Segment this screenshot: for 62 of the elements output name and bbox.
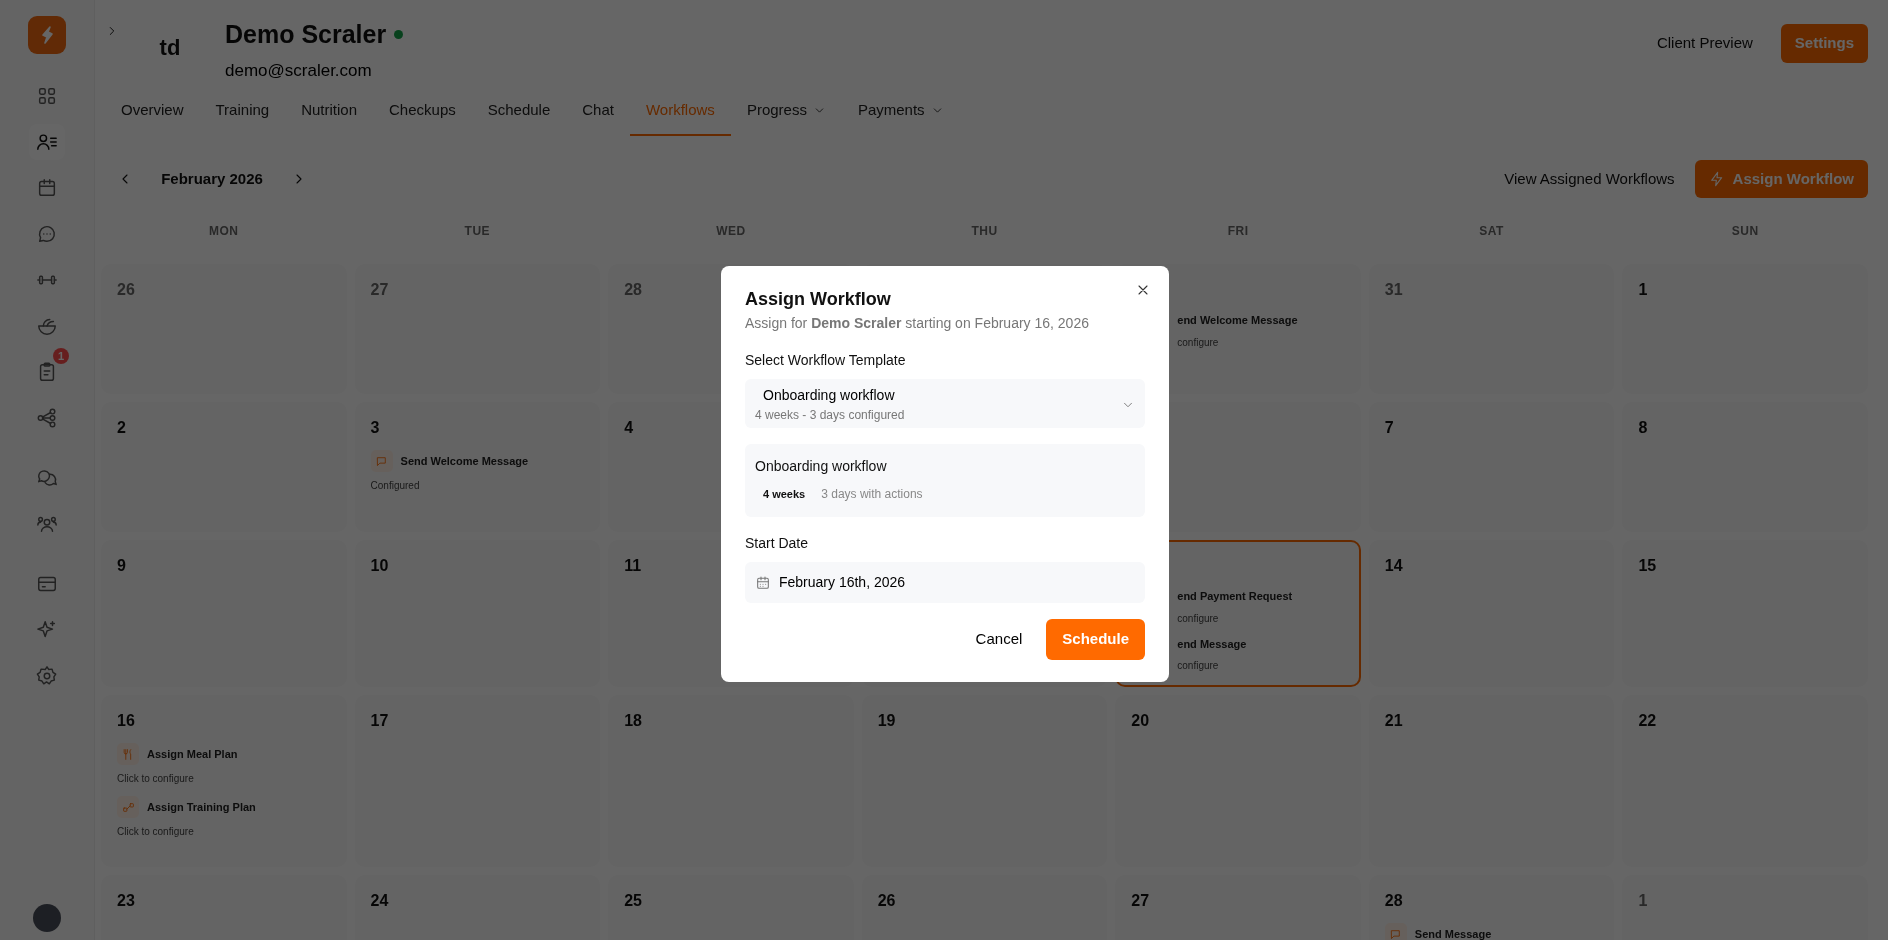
day-number: 7: [1384, 418, 1394, 438]
summary-detail: 3 days with actions: [821, 486, 923, 503]
month-label: February 2026: [160, 168, 264, 189]
day-number: 20: [1131, 711, 1150, 731]
day-number: 1: [1638, 891, 1648, 911]
action-title: Assign Meal Plan: [147, 746, 238, 762]
day-number: 11: [624, 556, 642, 576]
action-status: configure: [1177, 611, 1220, 626]
summary-name: Onboarding workflow: [755, 457, 888, 476]
action-title: Send Welcome Message: [400, 453, 529, 469]
duration-tag: 4 weeks: [755, 485, 814, 503]
client-name: Demo Scraler: [225, 19, 387, 50]
day-number: 24: [370, 891, 389, 911]
field-label: Start Date: [745, 534, 810, 553]
select-value: Onboarding workflow: [762, 386, 896, 405]
day-number: 3: [370, 418, 380, 438]
day-number: 9: [117, 556, 126, 576]
modal-subtitle: Assign for Demo Scraler starting on February 16, 2026: [745, 314, 1090, 333]
day-number: 15: [1638, 556, 1657, 576]
day-number: 19: [877, 711, 896, 731]
action-title: end Payment Request: [1177, 589, 1293, 604]
day-number: 2: [117, 418, 126, 438]
day-number: 26: [117, 280, 135, 300]
day-number: 8: [1638, 418, 1648, 438]
day-number: 27: [370, 280, 389, 300]
day-number: 28: [1384, 891, 1403, 911]
weekday-label: SAT: [1478, 223, 1505, 240]
action-status: configure: [1177, 659, 1220, 673]
action-title: Assign Training Plan: [147, 799, 256, 815]
weekday-label: WED: [715, 223, 747, 240]
field-label: Select Workflow Template: [745, 351, 907, 370]
day-number: 28: [624, 280, 642, 300]
day-number: 27: [1131, 891, 1150, 911]
action-title: end Welcome Message: [1177, 313, 1298, 328]
day-number: 25: [624, 891, 642, 911]
action-title: Send Message: [1414, 926, 1492, 940]
weekday-label: THU: [970, 223, 999, 240]
select-detail: 4 weeks - 3 days configured: [755, 407, 906, 424]
day-number: 16: [117, 711, 135, 731]
day-number: 31: [1384, 280, 1403, 300]
action-status: Configured: [370, 479, 421, 493]
weekday-label: TUE: [463, 223, 492, 240]
day-number: 21: [1384, 711, 1403, 731]
notification-badge: 1: [53, 348, 69, 364]
day-number: 18: [624, 711, 642, 731]
action-status: configure: [1177, 335, 1220, 350]
action-status: Click to configure: [117, 772, 195, 786]
day-number: 17: [370, 711, 389, 731]
day-number: 26: [877, 891, 896, 911]
client-email: demo@scraler.com: [225, 59, 373, 82]
day-number: 22: [1638, 711, 1657, 731]
day-number: 23: [117, 891, 135, 911]
day-number: 14: [1384, 556, 1403, 576]
weekday-label: FRI: [1226, 223, 1250, 240]
action-title: end Message: [1177, 636, 1247, 652]
weekday-label: SUN: [1730, 223, 1760, 240]
weekday-label: MON: [208, 223, 240, 240]
modal-title: Assign Workflow: [745, 288, 892, 311]
action-status: Click to configure: [117, 825, 195, 839]
day-number: 10: [370, 556, 389, 576]
day-number: 4: [624, 418, 634, 438]
day-number: 1: [1638, 280, 1648, 300]
